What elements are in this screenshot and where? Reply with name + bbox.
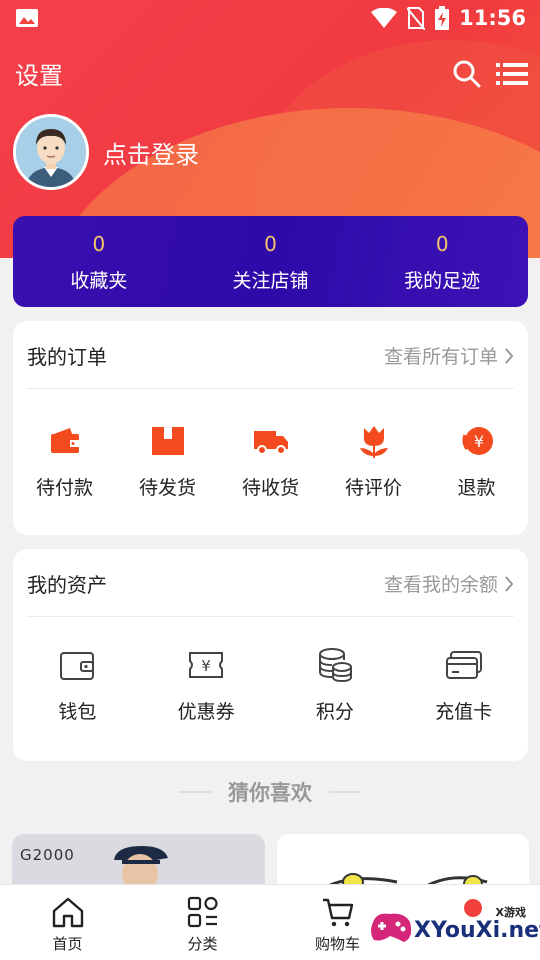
order-pending-payment[interactable]: 待付款 — [13, 421, 116, 500]
orders-title: 我的订单 — [27, 345, 107, 369]
order-pending-review-label: 待评价 — [344, 477, 402, 499]
coupon-icon: ¥ — [189, 652, 224, 678]
tab-category-label: 分类 — [187, 935, 218, 953]
recharge-card-entry[interactable]: 充值卡 — [399, 645, 528, 724]
stats-panel: 0 收藏夹 0 关注店铺 0 我的足迹 — [13, 216, 528, 307]
gamepad-logo-icon — [371, 913, 412, 942]
wallet-outline-icon — [60, 652, 95, 680]
search-icon[interactable] — [452, 59, 482, 89]
product-brand-logo: G2000 — [20, 846, 75, 864]
divider — [178, 791, 211, 793]
default-avatar-icon — [16, 117, 86, 187]
footprints-label: 我的足迹 — [404, 270, 481, 292]
home-icon — [52, 897, 83, 928]
tab-home-label: 首页 — [52, 935, 83, 953]
wallet-label: 钱包 — [58, 701, 97, 723]
assets-title: 我的资产 — [27, 573, 107, 597]
view-balance-label: 查看我的余额 — [383, 574, 498, 596]
image-notification-icon — [16, 9, 38, 27]
top-bar: 设置 — [0, 52, 540, 92]
followed-shops-count: 0 — [264, 232, 277, 256]
recharge-card-label: 充值卡 — [435, 701, 493, 723]
favorites-stat[interactable]: 0 收藏夹 — [13, 216, 185, 307]
svg-text:¥: ¥ — [201, 657, 211, 675]
refund-yen-icon: ¥ — [461, 427, 493, 455]
status-bar: 11:56 — [0, 0, 540, 38]
package-icon — [151, 427, 184, 455]
battery-charging-icon — [435, 6, 450, 30]
order-pending-receipt[interactable]: 待收货 — [219, 421, 322, 500]
order-refund[interactable]: ¥ 退款 — [425, 421, 528, 500]
order-pending-review[interactable]: 待评价 — [322, 421, 425, 500]
favorites-count: 0 — [92, 232, 106, 256]
login-link[interactable]: 点击登录 — [103, 135, 199, 170]
site-watermark: X游戏 XYouXi.net — [368, 896, 540, 954]
avatar[interactable] — [13, 114, 89, 190]
login-area[interactable]: 点击登录 — [13, 114, 199, 190]
order-pending-shipment-label: 待发货 — [138, 477, 196, 499]
divider — [329, 791, 362, 793]
footprints-stat[interactable]: 0 我的足迹 — [356, 216, 528, 307]
wallet-icon — [50, 428, 79, 453]
order-pending-receipt-label: 待收货 — [241, 477, 299, 499]
card-icon — [445, 651, 482, 679]
followed-shops-label: 关注店铺 — [232, 270, 309, 292]
points-label: 积分 — [315, 701, 354, 723]
view-all-orders-link[interactable]: 查看所有订单 — [384, 342, 514, 369]
chevron-right-icon — [505, 347, 514, 364]
order-pending-shipment[interactable]: 待发货 — [116, 421, 219, 500]
tab-category[interactable]: 分类 — [135, 885, 270, 960]
recommendations-heading: 猜你喜欢 — [0, 777, 540, 807]
view-all-orders-label: 查看所有订单 — [383, 346, 498, 368]
truck-icon — [253, 431, 288, 455]
orders-card: 我的订单 查看所有订单 待付款 待发货 待收货 待评价 ¥ 退款 — [13, 321, 528, 535]
coupon-label: 优惠券 — [177, 701, 235, 723]
favorites-label: 收藏夹 — [70, 270, 128, 292]
chevron-right-icon — [505, 575, 514, 592]
tab-home[interactable]: 首页 — [0, 885, 135, 960]
wifi-icon — [371, 8, 398, 28]
points-entry[interactable]: 积分 — [271, 645, 400, 724]
coins-icon — [318, 648, 352, 683]
order-refund-label: 退款 — [457, 477, 496, 499]
view-balance-link[interactable]: 查看我的余额 — [384, 570, 514, 597]
followed-shops-stat[interactable]: 0 关注店铺 — [185, 216, 357, 307]
menu-list-icon[interactable] — [496, 60, 528, 88]
cart-icon — [322, 898, 353, 927]
watermark-domain-text: XYouXi.net — [414, 918, 540, 943]
wallet-entry[interactable]: 钱包 — [13, 645, 142, 724]
footprints-count: 0 — [435, 232, 449, 256]
coupon-entry[interactable]: ¥ 优惠券 — [142, 645, 271, 724]
no-sim-icon — [407, 7, 426, 30]
order-pending-payment-label: 待付款 — [35, 477, 93, 499]
assets-card: 我的资产 查看我的余额 钱包 ¥ 优惠券 积分 充值卡 — [13, 549, 528, 761]
tulip-icon — [359, 426, 388, 458]
svg-text:¥: ¥ — [473, 432, 483, 451]
recommendations-title: 猜你喜欢 — [228, 781, 312, 805]
category-icon — [187, 896, 218, 928]
settings-button[interactable]: 设置 — [15, 56, 63, 91]
status-time: 11:56 — [459, 6, 526, 30]
